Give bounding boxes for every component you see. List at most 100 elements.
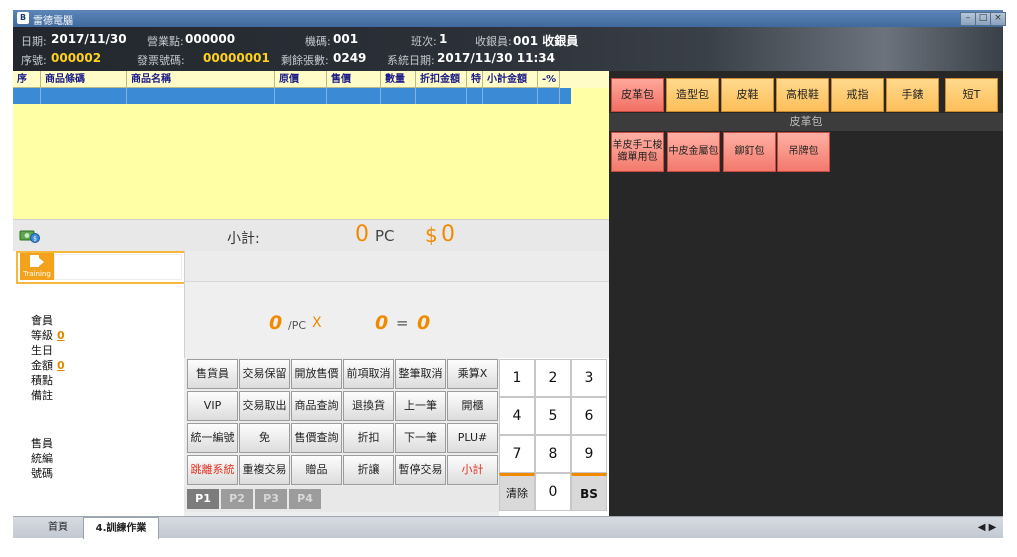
free-button[interactable]: 免 (239, 423, 290, 453)
calc-times: X (312, 315, 322, 331)
status-header: 日期: 2017/11/30 營業點: 000000 機碼: 001 班次: 1… (13, 27, 1003, 71)
key-6[interactable]: 6 (571, 397, 607, 435)
item-grid[interactable]: 序 商品條碼 商品名稱 原價 售價 數量 折扣金額 特 小計金額 -% (13, 71, 609, 219)
return-exchange-button[interactable]: 退換貨 (343, 391, 394, 421)
amount-value[interactable]: 0 (57, 359, 65, 372)
key-3[interactable]: 3 (571, 359, 607, 397)
invoice-label: 發票號碼: (137, 54, 185, 67)
col-orig-price[interactable]: 原價 (275, 71, 327, 88)
code-label: 號碼 (31, 467, 53, 480)
hold-transaction-button[interactable]: 交易保留 (239, 359, 290, 389)
category-leather-bag[interactable]: 皮革包 (611, 78, 664, 112)
discount-button[interactable]: 折扣 (343, 423, 394, 453)
level-value[interactable]: 0 (57, 329, 65, 342)
col-percent[interactable]: -% (538, 71, 560, 88)
void-item-button[interactable]: 前項取消 (343, 359, 394, 389)
key-4[interactable]: 4 (499, 397, 535, 435)
app-logo-icon: B (17, 12, 29, 24)
remain-value: 0249 (333, 51, 367, 65)
table-row[interactable] (13, 88, 571, 104)
page-1-button[interactable]: P1 (187, 489, 219, 509)
training-icon: Training (20, 253, 54, 280)
cashier-value: 001 收銀員 (513, 34, 579, 48)
tax-id-button[interactable]: 統一編號 (187, 423, 238, 453)
open-drawer-button[interactable]: 開櫃 (447, 391, 498, 421)
page-2-button[interactable]: P2 (221, 489, 253, 509)
product-tag-bag[interactable]: 吊牌包 (777, 132, 830, 172)
col-special[interactable]: 特 (467, 71, 483, 88)
repeat-transaction-button[interactable]: 重複交易 (239, 455, 290, 485)
machine-label: 機碼: (305, 35, 331, 48)
col-seq[interactable]: 序 (13, 71, 41, 88)
next-button[interactable]: 下一筆 (395, 423, 446, 453)
multiply-button[interactable]: 乘算X (447, 359, 498, 389)
product-metal-bag[interactable]: 中皮金屬包 (667, 132, 720, 172)
page-3-button[interactable]: P3 (255, 489, 287, 509)
open-price-button[interactable]: 開放售價 (291, 359, 342, 389)
product-query-button[interactable]: 商品查詢 (291, 391, 342, 421)
store-value: 000000 (185, 32, 236, 46)
gift-button[interactable]: 贈品 (291, 455, 342, 485)
allowance-button[interactable]: 折讓 (343, 455, 394, 485)
void-all-button[interactable]: 整筆取消 (395, 359, 446, 389)
shift-label: 班次: (411, 35, 437, 48)
amount-label: 金額 (31, 359, 53, 372)
points-label: 積點 (31, 374, 53, 387)
key-8[interactable]: 8 (535, 435, 571, 473)
barcode-input[interactable] (54, 254, 182, 280)
shift-value: 1 (439, 32, 448, 46)
seq-value: 000002 (51, 51, 102, 65)
key-9[interactable]: 9 (571, 435, 607, 473)
plu-button[interactable]: PLU# (447, 423, 498, 453)
maximize-button[interactable]: □ (975, 12, 991, 26)
training-label: Training (23, 270, 51, 278)
exit-system-button[interactable]: 跳離系統 (187, 455, 238, 485)
vip-button[interactable]: VIP (187, 391, 238, 421)
tab-training[interactable]: 4.訓練作業 (83, 517, 159, 539)
product-label: 中皮金屬包 (668, 146, 719, 157)
product-rivet-bag[interactable]: 鉚釘包 (723, 132, 776, 172)
svg-text:$: $ (33, 236, 37, 243)
key-7[interactable]: 7 (499, 435, 535, 473)
key-1[interactable]: 1 (499, 359, 535, 397)
recall-transaction-button[interactable]: 交易取出 (239, 391, 290, 421)
col-barcode[interactable]: 商品條碼 (41, 71, 127, 88)
price-query-button[interactable]: 售價查詢 (291, 423, 342, 453)
training-box: Training (16, 251, 187, 284)
category-high-heels[interactable]: 高根鞋 (776, 78, 829, 112)
sysdate-label: 系統日期: (387, 54, 435, 67)
cashier-label: 收銀員: (475, 35, 512, 48)
page-4-button[interactable]: P4 (289, 489, 321, 509)
col-discount[interactable]: 折扣金額 (416, 71, 467, 88)
key-2[interactable]: 2 (535, 359, 571, 397)
currency-symbol: $ (425, 223, 438, 247)
tab-scroll-arrows[interactable]: ◀ ▶ (973, 517, 1001, 538)
machine-value: 001 (333, 32, 359, 46)
category-leather-shoes[interactable]: 皮鞋 (721, 78, 774, 112)
tab-home[interactable]: 首頁 (33, 517, 83, 538)
key-5[interactable]: 5 (535, 397, 571, 435)
calc-qty: 0 (375, 312, 389, 334)
category-rings[interactable]: 戒指 (831, 78, 884, 112)
level-row: 等級 0 (31, 327, 65, 343)
member-label: 會員 (31, 314, 53, 327)
calc-result: 0 (417, 312, 431, 334)
salesperson-button[interactable]: 售貨員 (187, 359, 238, 389)
suspend-transaction-button[interactable]: 暫停交易 (395, 455, 446, 485)
category-fashion-bag[interactable]: 造型包 (666, 78, 719, 112)
clear-key[interactable]: 清除 (499, 473, 535, 511)
backspace-key[interactable]: BS (571, 473, 607, 511)
previous-button[interactable]: 上一筆 (395, 391, 446, 421)
col-price[interactable]: 售價 (327, 71, 381, 88)
category-tshirt[interactable]: 短T (945, 78, 998, 112)
col-subtotal[interactable]: 小計金額 (483, 71, 538, 88)
numeric-keypad: 1 2 3 4 5 6 7 8 9 清除 0 BS (499, 358, 609, 516)
close-button[interactable]: × (990, 12, 1006, 26)
key-0[interactable]: 0 (535, 473, 571, 511)
subtotal-button[interactable]: 小計 (447, 455, 498, 485)
col-name[interactable]: 商品名稱 (127, 71, 275, 88)
minimize-button[interactable]: – (960, 12, 976, 26)
col-qty[interactable]: 數量 (381, 71, 416, 88)
category-watches[interactable]: 手錶 (886, 78, 939, 112)
product-lambskin-bag[interactable]: 羊皮手工梭織單用包 (611, 132, 664, 172)
